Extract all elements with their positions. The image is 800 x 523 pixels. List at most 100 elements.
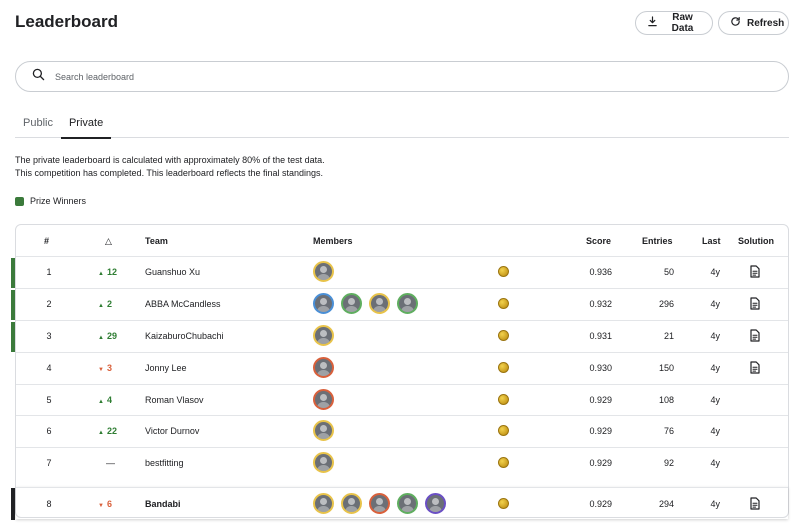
score-cell: 0.930 [589,363,612,373]
team-name[interactable]: Jonny Lee [145,363,187,373]
rank-change: ▼ 3 [98,363,128,373]
table-row[interactable]: 3 ▲ 29 KaizaburoChubachi 0.931 21 4y [11,320,788,352]
table-header: # △ Team Members Score Entries Last Solu… [16,225,788,257]
table-row[interactable]: 6 ▲ 22 Victor Durnov 0.929 76 4y [16,415,788,446]
last-submission-cell: 4y [710,299,720,309]
avatar[interactable] [313,261,334,282]
header-rank[interactable]: # [44,236,49,246]
team-name[interactable]: Roman Vlasov [145,395,204,405]
avatar[interactable] [397,493,418,514]
header-score[interactable]: Score [586,236,611,246]
team-name[interactable]: KaizaburoChubachi [145,331,224,341]
table-row[interactable]: 4 ▼ 3 Jonny Lee 0.930 150 4y [16,352,788,383]
rank-change-value: — [106,458,115,468]
last-submission-cell: 4y [710,267,720,277]
rank-change: ▲ 12 [98,267,128,277]
prize-indicator [11,386,15,416]
page-title: Leaderboard [15,12,118,31]
avatar[interactable] [341,493,362,514]
entries-cell: 50 [663,267,674,277]
table-row[interactable]: 8 ▼ 6 Bandabi 0.929 294 4y [11,487,788,520]
header-team[interactable]: Team [145,236,168,246]
avatar[interactable] [425,493,446,514]
rank-cell: 6 [46,426,52,436]
document-icon[interactable] [749,329,761,344]
refresh-button[interactable]: Refresh [718,11,789,35]
document-icon[interactable] [749,265,761,280]
refresh-icon [730,16,741,30]
tab-private[interactable]: Private [60,110,112,139]
entries-cell: 150 [658,363,674,373]
avatar[interactable] [313,357,334,378]
avatar[interactable] [313,493,334,514]
arrow-up-icon: ▲ [98,430,104,436]
members-list [313,452,334,473]
prize-swatch [15,196,24,206]
rank-cell: 7 [46,458,52,468]
document-icon[interactable] [749,297,761,312]
search-icon [32,68,45,86]
avatar[interactable] [341,293,362,314]
search-bar [15,61,789,92]
arrow-up-icon: ▲ [98,335,104,341]
score-cell: 0.929 [589,395,612,405]
avatar[interactable] [369,293,390,314]
last-submission-cell: 4y [710,331,720,341]
avatar[interactable] [313,389,334,410]
entries-cell: 76 [663,426,674,436]
leaderboard-tabs: Public Private [15,110,789,139]
description-line: The private leaderboard is calculated wi… [15,155,325,165]
avatar[interactable] [313,420,334,441]
prize-legend: Prize Winners [15,196,86,206]
avatar[interactable] [369,493,390,514]
rank-change-value: 6 [106,499,112,509]
document-icon[interactable] [749,497,761,512]
header-last[interactable]: Last [702,236,721,246]
team-name[interactable]: ABBA McCandless [145,299,221,309]
table-row[interactable]: 7 — bestfitting 0.929 92 4y [16,447,788,478]
rank-cell: 3 [46,331,52,341]
last-submission-cell: 4y [710,395,720,405]
table-row[interactable]: 1 ▲ 12 Guanshuo Xu 0.936 50 4y [11,256,788,288]
header-entries[interactable]: Entries [642,236,673,246]
score-cell: 0.929 [589,426,612,436]
table-row[interactable]: 2 ▲ 2 ABBA McCandless 0.932 296 4y [11,288,788,320]
rank-change-value: 12 [106,267,117,277]
search-input[interactable] [55,71,705,82]
prize-indicator [11,449,15,479]
members-list [313,493,446,514]
avatar[interactable] [313,452,334,473]
last-submission-cell: 4y [710,458,720,468]
team-name[interactable]: Guanshuo Xu [145,267,200,277]
avatar[interactable] [397,293,418,314]
raw-data-label: Raw Data [671,12,694,34]
description-line: This competition has completed. This lea… [15,168,323,178]
rank-change: ▼ 6 [98,499,128,509]
rank-change: ▲ 22 [98,426,128,436]
team-name[interactable]: Victor Durnov [145,426,199,436]
tab-public[interactable]: Public [15,110,61,138]
entries-cell: 294 [658,499,674,509]
team-name[interactable]: bestfitting [145,458,184,468]
score-cell: 0.931 [589,331,612,341]
members-list [313,420,334,441]
gold-medal-icon [498,266,509,277]
rank-cell: 8 [46,499,52,509]
avatar[interactable] [313,293,334,314]
table-row[interactable]: 5 ▲ 4 Roman Vlasov 0.929 108 4y [16,384,788,415]
raw-data-button[interactable]: Raw Data [635,11,713,35]
document-icon[interactable] [749,361,761,376]
arrow-down-icon: ▼ [98,367,104,373]
entries-cell: 21 [663,331,674,341]
gold-medal-icon [498,498,509,509]
arrow-down-icon: ▼ [98,503,104,509]
entries-cell: 92 [663,458,674,468]
prize-indicator [11,354,15,384]
gold-medal-icon [498,362,509,373]
header-delta[interactable]: △ [105,236,112,247]
avatar[interactable] [313,325,334,346]
rank-cell: 1 [46,267,52,277]
prize-indicator [11,290,15,320]
team-name[interactable]: Bandabi [145,499,181,509]
entries-cell: 108 [658,395,674,405]
